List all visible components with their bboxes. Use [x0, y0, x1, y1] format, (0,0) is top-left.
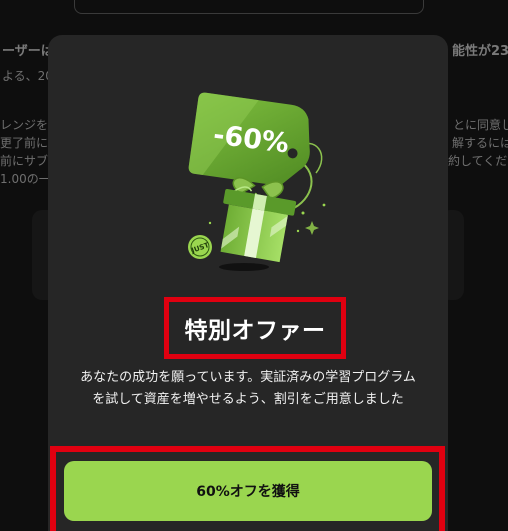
offer-title-highlight: 特別オファー [164, 297, 346, 359]
gift-illustration: -60% JUST [188, 92, 326, 271]
background-text: よる、20 [2, 69, 53, 83]
background-text: 能性が23 [452, 44, 508, 59]
offer-title: 特別オファー [184, 318, 326, 344]
claim-discount-button[interactable]: 60%オフを獲得 [64, 461, 432, 521]
background-text: とに同意し [453, 118, 508, 132]
background-text: 解するには [452, 136, 508, 150]
background-text: ーザーは [2, 44, 54, 59]
background-text: 1.00の一 [0, 172, 51, 186]
offer-description: あなたの成功を願っています。実証済みの学習プログラムを試して資産を増やせるよう、… [80, 370, 416, 407]
background-text: 約してくださ [448, 154, 508, 168]
background-input-box [74, 0, 424, 14]
